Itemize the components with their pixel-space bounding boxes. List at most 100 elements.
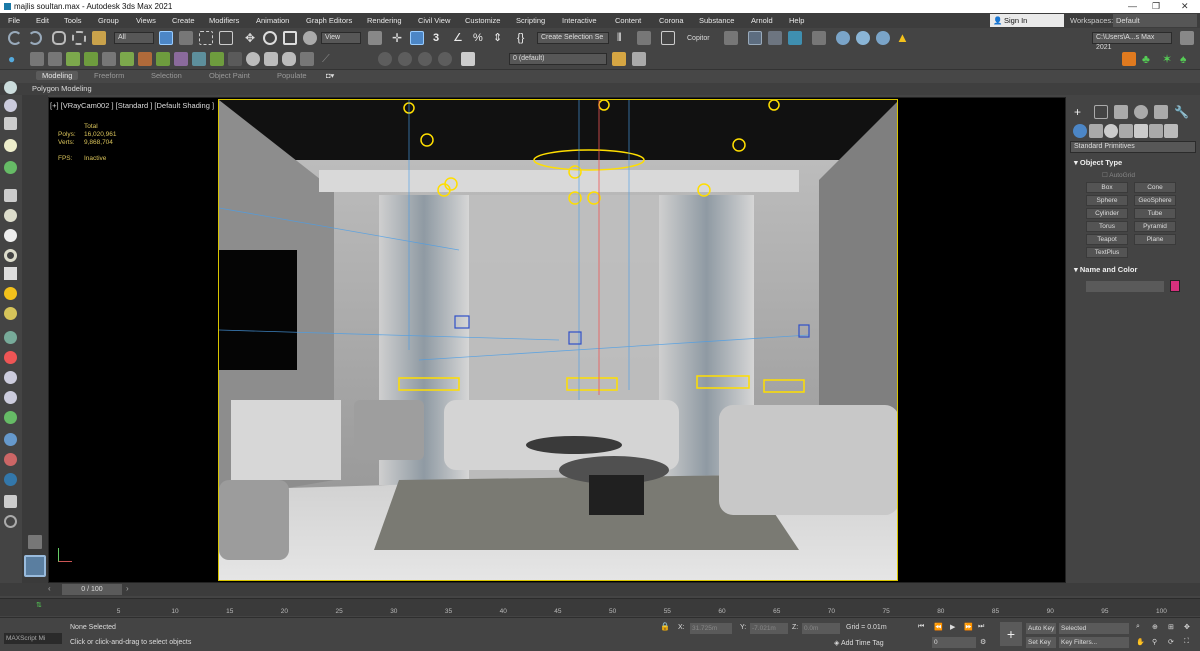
rect-icon[interactable] (4, 189, 17, 202)
render-camera-icon[interactable] (174, 52, 188, 66)
tab-freeform[interactable]: Freeform (94, 71, 124, 80)
object-color-swatch[interactable] (1170, 280, 1180, 292)
z-coord-field[interactable]: 0.0m (802, 623, 840, 634)
cloud-icon[interactable] (4, 99, 17, 112)
expand-icon[interactable] (28, 535, 42, 549)
hierarchy-tab-icon[interactable] (1114, 105, 1128, 119)
viewport-label[interactable]: [+] [VRayCam002 ] [Standard ] [Default S… (50, 101, 214, 110)
object-name-field[interactable] (1086, 281, 1164, 292)
menu-edit[interactable]: Edit (36, 13, 49, 28)
textplus-button[interactable]: TextPlus (1086, 247, 1128, 258)
eye-icon[interactable] (4, 81, 17, 94)
unlink-icon[interactable] (72, 31, 86, 45)
cone-button[interactable]: Cone (1134, 182, 1176, 193)
dome-icon[interactable] (4, 209, 17, 222)
render-active-shade-icon[interactable] (876, 31, 890, 45)
set-key-big-button[interactable]: + (1000, 622, 1022, 646)
spinner-snap-icon[interactable]: ⇕ (493, 31, 507, 45)
bind-spacewarp-icon[interactable] (92, 31, 106, 45)
tab-modeling[interactable]: Modeling (36, 71, 79, 80)
plane-icon[interactable] (300, 52, 314, 66)
menu-content[interactable]: Content (615, 13, 641, 28)
menu-modifiers[interactable]: Modifiers (209, 13, 239, 28)
selection-filter-select[interactable]: All (114, 32, 154, 44)
prev-frame-icon[interactable]: ⏪ (934, 623, 943, 631)
object-type-rollout[interactable]: ▾ Object Type (1074, 158, 1122, 167)
motion-tab-icon[interactable] (1134, 105, 1148, 119)
capsule-icon[interactable] (4, 351, 17, 364)
maximize-icon[interactable]: ❐ (1152, 0, 1160, 13)
create-tab-icon[interactable]: + (1074, 105, 1088, 119)
tube-button[interactable]: Tube (1134, 208, 1176, 219)
ribbon-options-icon[interactable]: ◘▾ (326, 71, 334, 80)
menu-graph-editors[interactable]: Graph Editors (306, 13, 352, 28)
go-start-icon[interactable]: ⏮ (918, 623, 924, 631)
menu-civil-view[interactable]: Civil View (418, 13, 450, 28)
box-icon[interactable] (4, 117, 17, 130)
geosphere-button[interactable]: GeoSphere (1134, 195, 1176, 206)
shapes-icon[interactable] (1089, 124, 1103, 138)
plane-button[interactable]: Plane (1134, 234, 1176, 245)
align-view-icon[interactable] (102, 52, 116, 66)
cameras-icon[interactable] (1119, 124, 1133, 138)
plant-icon[interactable] (4, 411, 17, 424)
new-layer-icon[interactable] (632, 52, 646, 66)
walk-icon[interactable]: ⚲ (1152, 638, 1157, 646)
tab-object-paint[interactable]: Object Paint (209, 71, 250, 80)
play-icon[interactable]: ▶ (950, 623, 955, 631)
record-icon[interactable] (4, 473, 17, 486)
viewport-shading-icon[interactable] (30, 52, 44, 66)
select-by-name-icon[interactable] (179, 31, 193, 45)
tab-populate[interactable]: Populate (277, 71, 307, 80)
project-path-select[interactable]: C:\Users\A...s Max 2021 (1092, 32, 1172, 51)
globe-icon[interactable] (4, 433, 17, 446)
time-next-icon[interactable]: › (126, 584, 129, 593)
scene-converter-icon[interactable] (210, 52, 224, 66)
tree-green-icon[interactable]: ♠ (1180, 52, 1194, 66)
time-prev-icon[interactable]: ‹ (48, 584, 51, 593)
menu-views[interactable]: Views (136, 13, 156, 28)
track-bar[interactable]: ⇅ 5 10 15 20 25 30 35 40 45 50 55 60 65 70 75 80 85 90 95 1… (0, 598, 1200, 616)
fov-icon[interactable]: ✥ (1184, 623, 1190, 631)
menu-animation[interactable]: Animation (256, 13, 289, 28)
next-frame-icon[interactable]: ⏩ (964, 623, 973, 631)
minimize-icon[interactable]: — (1128, 0, 1137, 13)
lock-icon[interactable]: 🔒 (660, 622, 670, 631)
box-button[interactable]: Box (1086, 182, 1128, 193)
save-state-icon[interactable] (4, 495, 17, 508)
scatter-icon[interactable] (138, 52, 152, 66)
utilities-tab-icon[interactable]: 🔧 (1174, 105, 1189, 119)
maxscript-listener[interactable]: MAXScript Mi (4, 633, 62, 644)
keyboard-shortcut-icon[interactable] (410, 31, 424, 45)
teapot-icon[interactable] (282, 52, 296, 66)
help-icon[interactable] (4, 515, 17, 528)
cylinder-toggle-icon[interactable] (264, 52, 278, 66)
lights-icon[interactable] (1104, 124, 1118, 138)
sphere-icon[interactable] (4, 229, 17, 242)
rectangular-selection-icon[interactable] (199, 31, 213, 45)
scale-icon[interactable] (283, 31, 297, 45)
menu-interactive[interactable]: Interactive (562, 13, 597, 28)
name-color-rollout[interactable]: ▾ Name and Color (1074, 265, 1137, 274)
link-icon[interactable] (52, 31, 66, 45)
auto-key-button[interactable]: Auto Key (1026, 623, 1056, 634)
track-filter-icon[interactable]: ⇅ (36, 601, 42, 609)
pan-icon[interactable]: ✋ (1136, 638, 1145, 646)
percent-snap-icon[interactable]: % (473, 31, 487, 45)
set-key-button[interactable]: Set Key (1026, 637, 1056, 648)
pflow-icon[interactable] (156, 52, 170, 66)
add-to-layer-icon[interactable] (612, 52, 626, 66)
shape-icon[interactable]: ⟋ (322, 52, 336, 66)
sign-in-button[interactable]: 👤 Sign In (990, 14, 1064, 27)
zoom-icon[interactable]: ⊕ (1152, 623, 1158, 631)
light-lister-icon[interactable]: ✶ (1162, 52, 1176, 66)
viewport-layout-icon[interactable] (24, 555, 46, 577)
menu-tools[interactable]: Tools (64, 13, 82, 28)
sun-icon[interactable] (4, 287, 17, 300)
undo-icon[interactable] (8, 31, 22, 45)
dots-icon[interactable] (4, 453, 17, 466)
cone-icon[interactable] (4, 267, 17, 280)
torus-button[interactable]: Torus (1086, 221, 1128, 232)
tab-selection[interactable]: Selection (151, 71, 182, 80)
window-crossing-icon[interactable] (219, 31, 233, 45)
